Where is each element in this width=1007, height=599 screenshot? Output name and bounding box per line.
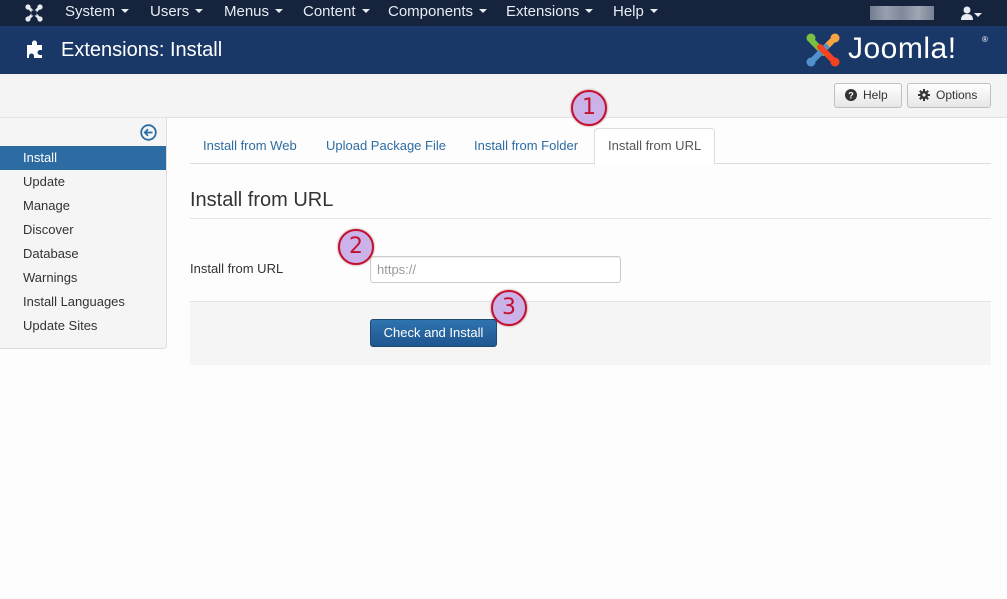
caret-down-icon	[195, 9, 204, 14]
caret-down-icon	[585, 9, 594, 14]
form-actions	[190, 301, 991, 365]
help-button-label: Help	[863, 88, 888, 102]
site-name-blurred[interactable]	[870, 6, 934, 20]
nav-menu-label: Users	[150, 3, 190, 20]
joomla-brand-icon[interactable]	[25, 4, 43, 22]
annotation-marker-3: 3	[491, 290, 527, 326]
joomla-logo-icon	[806, 33, 840, 67]
sidebar-item-warnings[interactable]: Warnings	[0, 266, 166, 290]
sidebar-item-update[interactable]: Update	[0, 170, 166, 194]
caret-down-icon	[974, 13, 982, 17]
nav-menu-system[interactable]: System	[65, 0, 130, 26]
caret-down-icon	[649, 9, 658, 14]
svg-text:?: ?	[848, 91, 854, 101]
caret-down-icon	[275, 9, 284, 14]
nav-menu-content[interactable]: Content	[303, 0, 370, 26]
install-url-label: Install from URL	[190, 261, 284, 276]
top-navbar: System Users Menus Content Components Ex…	[0, 0, 1007, 26]
install-tabs: Install from Web Upload Package File Ins…	[190, 128, 991, 165]
user-icon	[961, 6, 973, 20]
tab-install-from-web[interactable]: Install from Web	[190, 128, 310, 164]
tab-upload-package-file[interactable]: Upload Package File	[313, 128, 459, 164]
sidebar-item-database[interactable]: Database	[0, 242, 166, 266]
divider	[190, 218, 991, 219]
sidebar-item-manage[interactable]: Manage	[0, 194, 166, 218]
nav-menu-extensions[interactable]: Extensions	[506, 0, 594, 26]
caret-down-icon	[361, 9, 370, 14]
joomla-logo-text: Joomla!	[848, 32, 957, 65]
section-title: Install from URL	[190, 189, 334, 211]
nav-menu-help[interactable]: Help	[613, 0, 658, 26]
annotation-marker-1: 1	[571, 90, 607, 126]
nav-menu-label: System	[65, 3, 116, 20]
nav-menu-label: Help	[613, 3, 644, 20]
check-and-install-button[interactable]: Check and Install	[370, 319, 497, 347]
options-button-label: Options	[936, 88, 978, 102]
caret-down-icon	[121, 9, 130, 14]
tab-install-from-url[interactable]: Install from URL	[594, 128, 716, 165]
gear-icon	[918, 89, 930, 101]
nav-menu-label: Content	[303, 3, 356, 20]
tab-install-from-folder[interactable]: Install from Folder	[461, 128, 591, 164]
nav-menu-users[interactable]: Users	[150, 0, 204, 26]
page-header: Extensions: Install Joomla! ®	[0, 26, 1007, 74]
question-circle-icon: ?	[845, 89, 857, 101]
registered-mark: ®	[982, 35, 988, 44]
sidebar: Install Update Manage Discover Database …	[0, 118, 167, 349]
sidebar-item-install-languages[interactable]: Install Languages	[0, 290, 166, 314]
arrow-left-circle-icon[interactable]	[140, 124, 157, 141]
nav-menu-menus[interactable]: Menus	[224, 0, 284, 26]
user-menu[interactable]	[958, 4, 988, 22]
help-button[interactable]: ? Help	[834, 83, 902, 108]
caret-down-icon	[479, 9, 488, 14]
nav-menu-label: Components	[388, 3, 474, 20]
sidebar-item-install[interactable]: Install	[0, 146, 166, 170]
joomla-logo[interactable]: Joomla! ®	[804, 30, 994, 70]
toolbar: ? Help Options	[0, 74, 1007, 118]
page-title: Extensions: Install	[61, 39, 223, 61]
sidebar-item-update-sites[interactable]: Update Sites	[0, 314, 166, 338]
options-button[interactable]: Options	[907, 83, 991, 108]
nav-menu-label: Extensions	[506, 3, 580, 20]
install-url-input[interactable]	[370, 256, 621, 283]
puzzle-piece-icon	[27, 40, 42, 58]
annotation-marker-2: 2	[338, 229, 374, 265]
nav-menu-label: Menus	[224, 3, 270, 20]
nav-menu-components[interactable]: Components	[388, 0, 488, 26]
sidebar-item-discover[interactable]: Discover	[0, 218, 166, 242]
